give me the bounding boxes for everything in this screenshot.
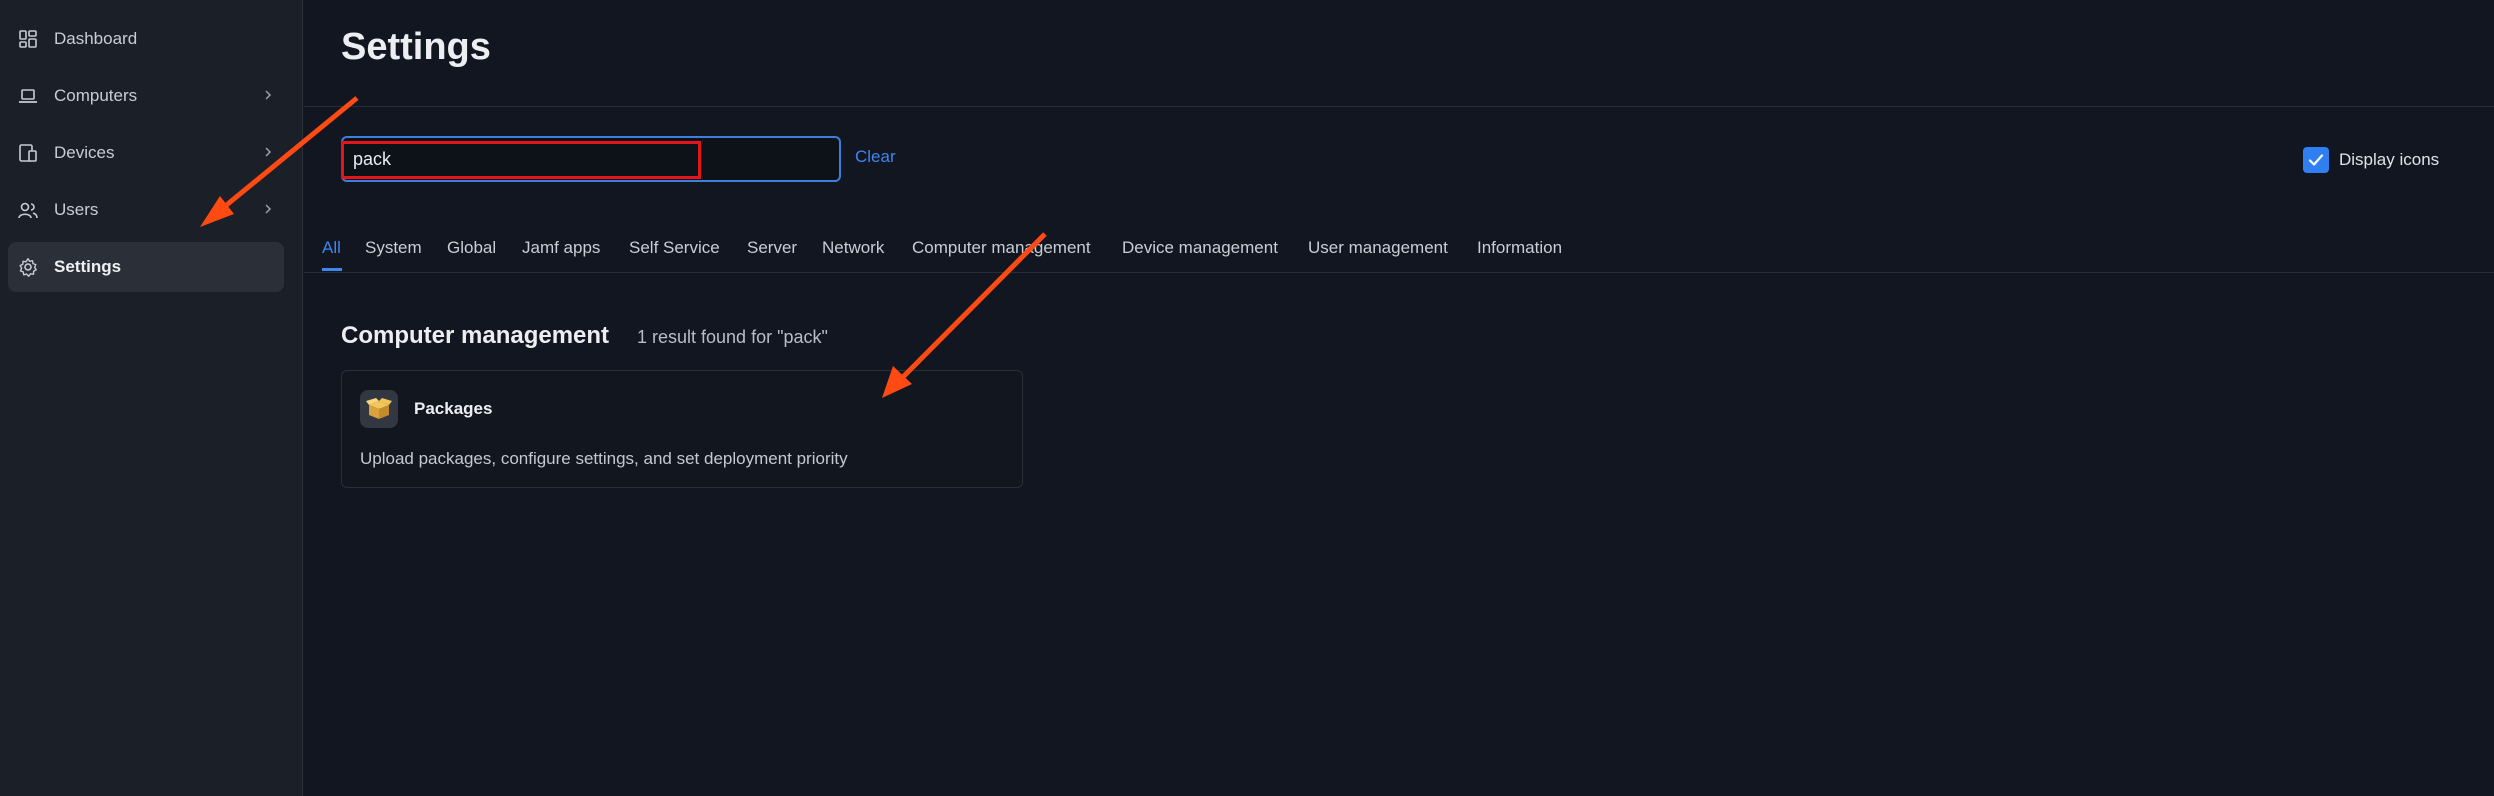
- tab-server[interactable]: Server: [747, 238, 797, 258]
- result-count: 1 result found for "pack": [637, 327, 828, 347]
- devices-icon: [19, 144, 37, 162]
- display-icons-checkbox[interactable]: [2303, 147, 2329, 173]
- results-section-title: Computer management: [341, 322, 610, 349]
- sidebar-item-users[interactable]: Users: [8, 185, 284, 235]
- tab-all[interactable]: All: [322, 238, 341, 258]
- sidebar-item-label: Computers: [54, 86, 138, 105]
- sidebar-item-label: Devices: [54, 143, 115, 162]
- tabs-divider: [304, 272, 2494, 273]
- search-field[interactable]: [341, 136, 841, 182]
- active-tab-indicator: [322, 268, 342, 271]
- checkmark-icon: [2308, 154, 2324, 166]
- package-box-icon: [360, 390, 398, 428]
- tab-self-service[interactable]: Self Service: [629, 238, 720, 258]
- search-input[interactable]: [353, 145, 823, 173]
- tab-network[interactable]: Network: [822, 238, 884, 258]
- tab-jamf-apps[interactable]: Jamf apps: [522, 238, 600, 258]
- page-title: Settings: [341, 26, 491, 68]
- chevron-right-icon: [265, 204, 272, 214]
- sidebar-item-computers[interactable]: Computers: [8, 71, 284, 121]
- sidebar-item-settings[interactable]: Settings: [8, 242, 284, 292]
- chevron-right-icon: [265, 147, 272, 157]
- clear-button[interactable]: Clear: [855, 147, 896, 167]
- sidebar-item-label: Dashboard: [54, 29, 138, 48]
- tab-device-management[interactable]: Device management: [1122, 238, 1278, 258]
- tab-user-management[interactable]: User management: [1308, 238, 1448, 258]
- tab-global[interactable]: Global: [447, 238, 496, 258]
- gear-icon: [19, 258, 37, 277]
- sidebar-item-dashboard[interactable]: Dashboard: [8, 14, 284, 64]
- sidebar: Dashboard Computers Devices Users Settin…: [0, 0, 303, 796]
- sidebar-item-devices[interactable]: Devices: [8, 128, 284, 178]
- users-icon: [18, 202, 38, 219]
- sidebar-item-label: Settings: [54, 257, 122, 276]
- result-card-packages[interactable]: Packages Upload packages, configure sett…: [341, 370, 1023, 488]
- main-content: Settings Clear Display icons All System …: [304, 0, 2494, 796]
- dashboard-icon: [19, 30, 37, 48]
- display-icons-toggle[interactable]: Display icons: [2303, 146, 2439, 174]
- sidebar-item-label: Users: [54, 200, 99, 219]
- display-icons-label: Display icons: [2339, 150, 2440, 169]
- result-card-description: Upload packages, configure settings, and…: [360, 449, 848, 468]
- header-divider: [304, 106, 2494, 107]
- result-card-title: Packages: [414, 399, 493, 418]
- tab-system[interactable]: System: [365, 238, 422, 258]
- chevron-right-icon: [265, 90, 272, 100]
- laptop-icon: [19, 89, 37, 103]
- tab-information[interactable]: Information: [1477, 238, 1562, 258]
- tab-computer-management[interactable]: Computer management: [912, 238, 1091, 258]
